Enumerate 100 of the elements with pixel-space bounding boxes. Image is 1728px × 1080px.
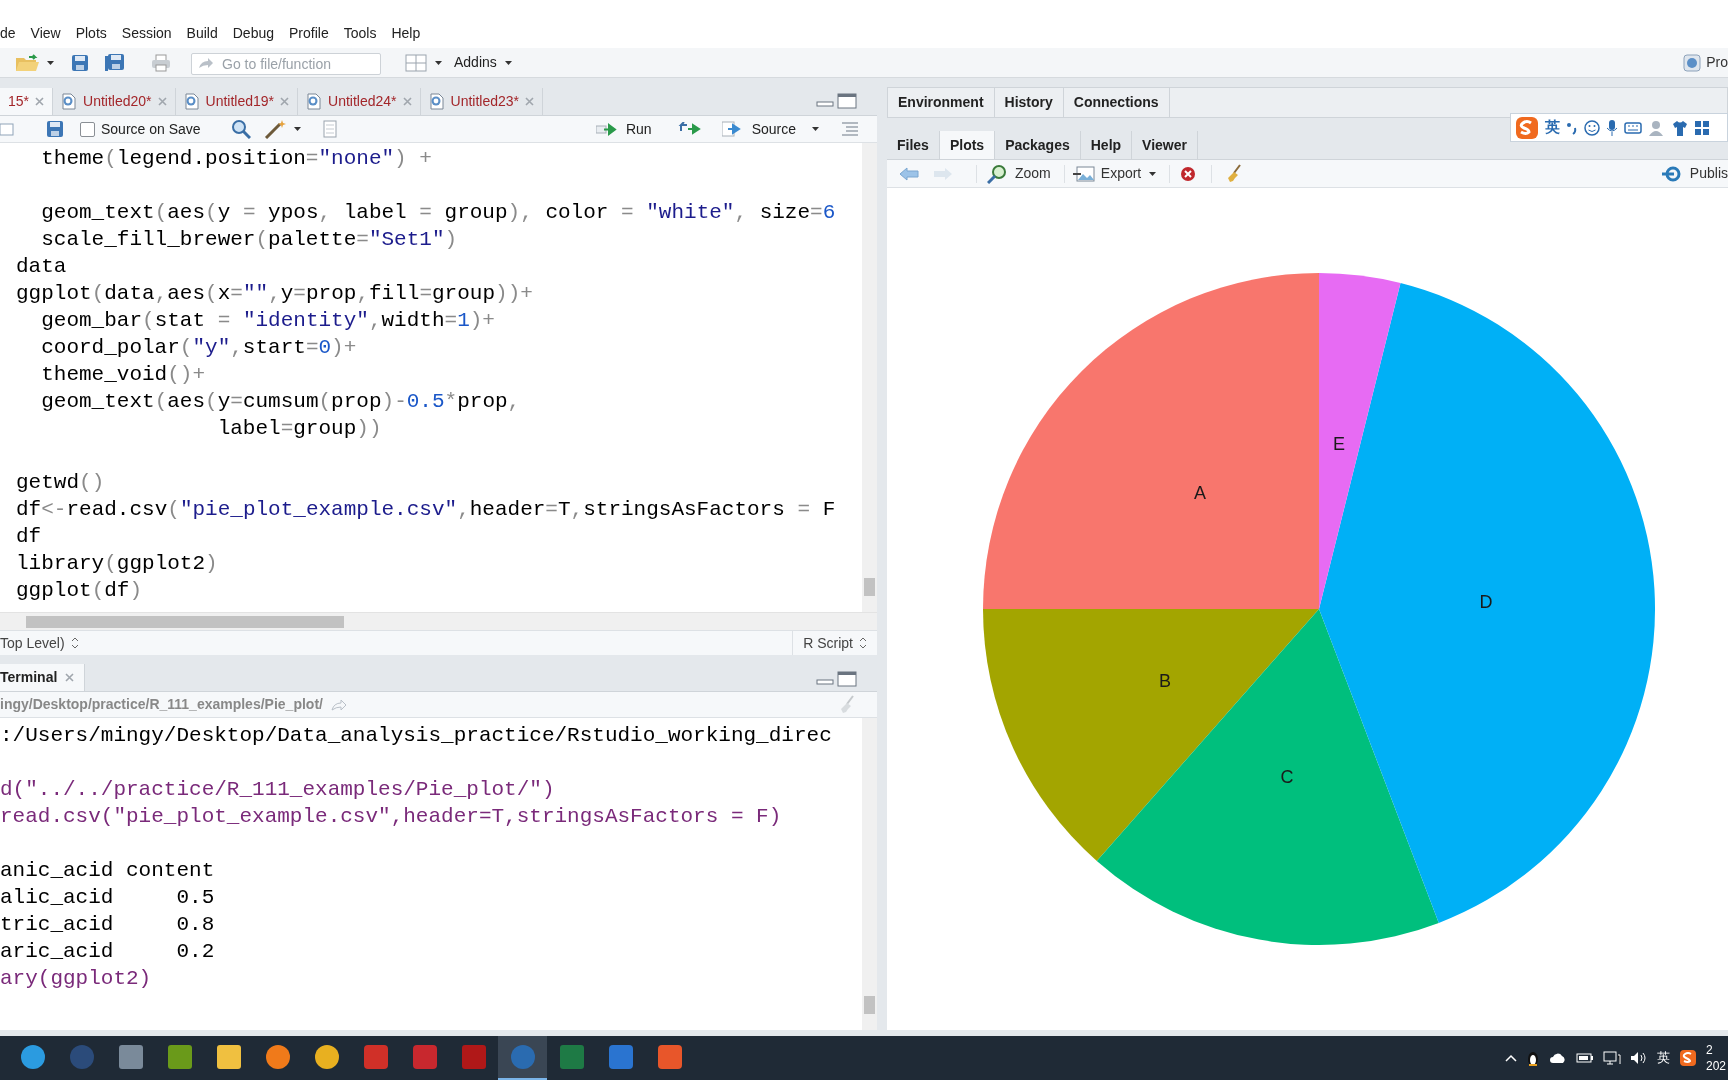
ime-logo-icon[interactable]	[1678, 1049, 1697, 1067]
menu-item[interactable]: Plots	[75, 23, 107, 44]
pane-tab[interactable]: Help	[1080, 131, 1133, 159]
close-icon[interactable]	[65, 673, 75, 682]
editor-tab[interactable]: 15*	[0, 88, 54, 115]
checkbox[interactable]	[80, 121, 95, 137]
menu-item[interactable]: View	[30, 23, 61, 44]
search-icon[interactable]	[230, 119, 251, 139]
pane-tab[interactable]: Files	[887, 131, 940, 159]
file-type-selector[interactable]: R Script	[803, 632, 853, 654]
code-line: library(ggplot2)	[16, 551, 218, 577]
source-button[interactable]: Source	[721, 118, 796, 140]
grid-icon[interactable]	[1694, 119, 1710, 136]
code-line: data	[16, 254, 67, 280]
console-tab[interactable]: Terminal	[0, 664, 86, 691]
taskbar-app[interactable]	[498, 1036, 547, 1080]
network-icon[interactable]	[1602, 1051, 1621, 1065]
magnifier-icon	[987, 163, 1007, 184]
menu-item[interactable]: Session	[121, 23, 172, 44]
run-button[interactable]: Run	[595, 118, 652, 140]
caret-icon[interactable]	[293, 127, 301, 131]
pane-tab[interactable]: Packages	[995, 131, 1081, 159]
zoom-button[interactable]: Zoom	[987, 163, 1051, 184]
addins-menu[interactable]: Addins	[454, 52, 497, 73]
chevron-up-icon[interactable]	[1504, 1054, 1517, 1062]
minimize-maximize-icon[interactable]	[816, 671, 857, 687]
code-line: theme(legend.position="none") +	[40, 146, 432, 172]
code-line: df	[16, 524, 42, 550]
app-icon	[265, 1045, 290, 1069]
caret-icon[interactable]	[47, 60, 54, 65]
magic-wand-icon[interactable]	[263, 119, 288, 139]
cloud-icon[interactable]	[1548, 1052, 1567, 1064]
menu-item[interactable]: Profile	[289, 23, 329, 44]
goto-field[interactable]: Go to file/function	[191, 52, 381, 75]
pane-tab[interactable]: Connections	[1063, 88, 1170, 117]
menu-item[interactable]: Help	[391, 23, 421, 44]
save-all-icon[interactable]	[105, 53, 125, 72]
code-line: scale_fill_brewer(palette="Set1")	[40, 227, 458, 253]
keyboard-icon[interactable]	[1624, 120, 1642, 135]
app-icon	[216, 1045, 241, 1069]
shirt-icon[interactable]	[1672, 119, 1688, 136]
app-icon	[314, 1045, 339, 1069]
pane-tab[interactable]: Viewer	[1132, 131, 1198, 159]
menu-item[interactable]: Build	[186, 23, 218, 44]
console-line: aric_acid 0.2	[0, 939, 215, 965]
console-line: alic_acid 0.5	[0, 885, 215, 911]
vertical-scrollbar[interactable]	[862, 143, 877, 612]
slice-label: C	[1280, 767, 1294, 787]
export-button[interactable]: Export	[1072, 163, 1142, 184]
app-icon	[510, 1045, 535, 1069]
minimize-maximize-icon[interactable]	[816, 93, 857, 109]
speaker-icon[interactable]	[1629, 1051, 1648, 1065]
app-icon	[363, 1045, 388, 1069]
microphone-icon[interactable]	[1606, 119, 1618, 136]
pane-tab[interactable]: History	[994, 88, 1064, 117]
code-line: geom_bar(stat = "identity",width=1)+	[40, 308, 495, 334]
caret-icon[interactable]	[435, 60, 442, 65]
horizontal-scrollbar[interactable]	[0, 612, 877, 630]
clock-text[interactable]: 2	[1705, 1042, 1726, 1058]
menu-item[interactable]: Tools	[343, 23, 377, 44]
console-line: anic_acid content	[0, 858, 215, 884]
open-folder-icon[interactable]	[15, 53, 41, 72]
close-icon[interactable]	[35, 97, 45, 106]
app-icon	[461, 1045, 486, 1069]
app-icon	[412, 1045, 437, 1069]
delete-icon[interactable]	[1180, 165, 1197, 182]
language-indicator[interactable]: 英	[1656, 1048, 1670, 1068]
rerun-icon[interactable]	[677, 122, 702, 136]
code-line: df<-read.csv("pie_plot_example.csv",header=T,stringsAsFactors = F	[16, 497, 836, 523]
scope-selector[interactable]: Top Level)	[0, 632, 65, 654]
code-line: geom_text(aes(y=cumsum(prop)-0.5*prop,	[40, 389, 521, 415]
project-menu[interactable]: Pro	[1706, 52, 1728, 73]
app-icon	[608, 1045, 633, 1069]
slice-label: E	[1333, 434, 1345, 454]
caret-icon[interactable]	[1149, 171, 1157, 176]
r-project-icon[interactable]	[1683, 53, 1702, 72]
up-down-icon[interactable]	[70, 637, 79, 649]
caret-icon[interactable]	[812, 127, 819, 131]
save-icon[interactable]	[46, 120, 64, 138]
pane-tab[interactable]: Plots	[939, 131, 996, 159]
caret-icon[interactable]	[504, 60, 512, 65]
smiley-icon[interactable]	[1584, 119, 1600, 136]
penguin-icon[interactable]	[1525, 1050, 1540, 1066]
battery-icon[interactable]	[1575, 1052, 1594, 1064]
r-document-icon	[61, 93, 78, 110]
publish-button[interactable]: Publis	[1661, 163, 1728, 184]
app-icon	[118, 1045, 143, 1069]
clock-text[interactable]: 202	[1705, 1058, 1726, 1074]
menu-item[interactable]: Debug	[232, 23, 274, 44]
language-indicator[interactable]: 英	[1545, 116, 1560, 139]
punctuation-icon[interactable]	[1566, 120, 1578, 135]
save-icon[interactable]	[71, 53, 89, 72]
code-line: ggplot(data,aes(x="",y=prop,fill=group))+	[16, 281, 533, 307]
vertical-scrollbar[interactable]	[862, 718, 877, 1030]
image-icon	[1072, 164, 1095, 183]
arrow-right-icon	[721, 121, 742, 137]
arrow-right-icon	[595, 122, 618, 136]
pane-tab[interactable]: Environment	[888, 88, 995, 117]
menu-item[interactable]: de	[0, 23, 16, 44]
up-down-icon[interactable]	[859, 637, 867, 649]
